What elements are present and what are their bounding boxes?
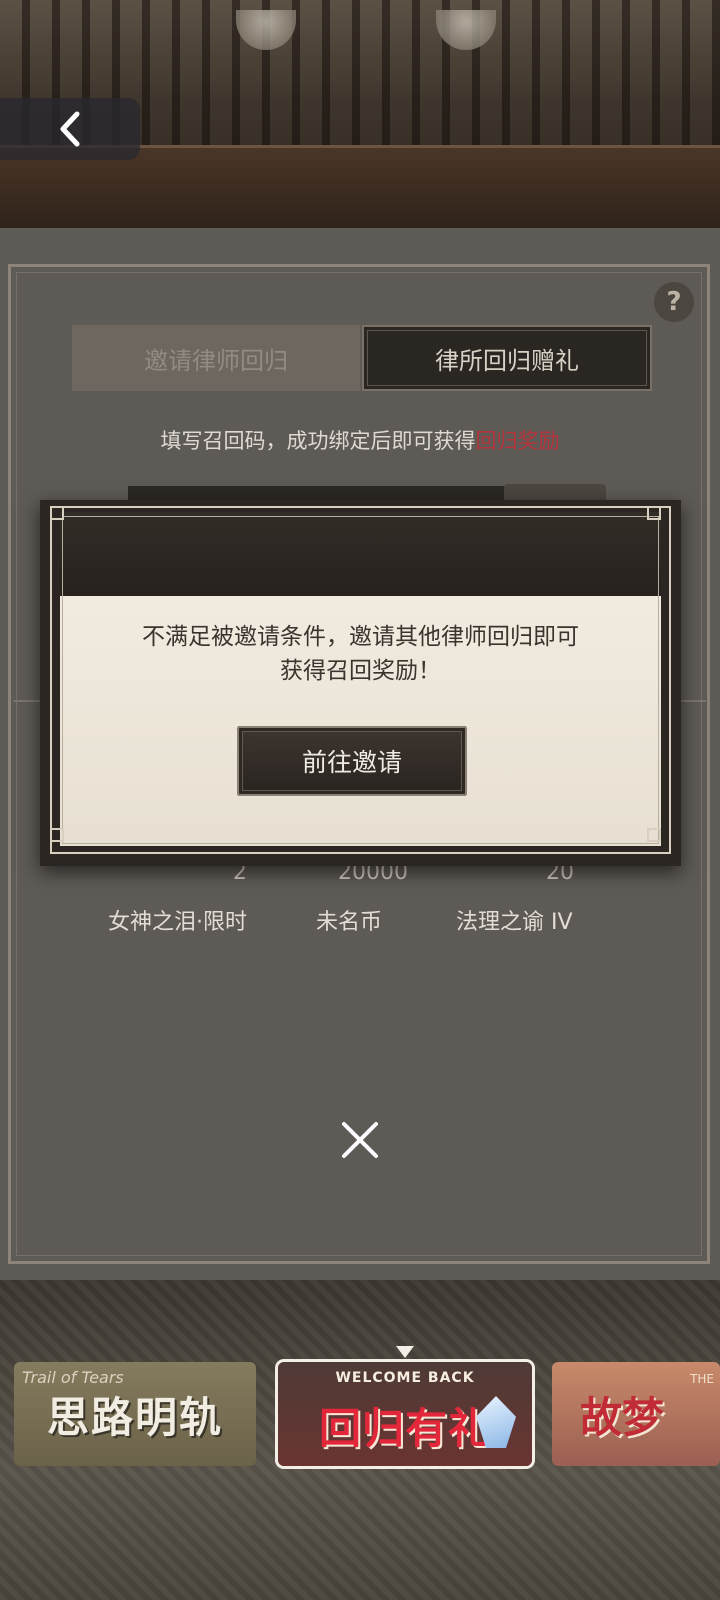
dialog-message: 不满足被邀请条件，邀请其他律师回归即可 获得召回奖励！ [100, 620, 621, 688]
help-icon[interactable]: ? [654, 282, 694, 322]
dialog-message-line: 获得召回奖励！ [280, 658, 441, 684]
tab-firm-return-gift[interactable]: 律所回归赠礼 [362, 325, 652, 391]
selected-indicator-icon [396, 1346, 414, 1358]
dialog-header [60, 512, 661, 600]
lamp-decoration [236, 10, 296, 50]
banner-welcome-back[interactable]: WELCOME BACK 回归有礼 [278, 1362, 532, 1466]
instruction-text: 填写召回码，成功绑定后即可获得回归奖励 [0, 425, 720, 455]
back-button[interactable] [0, 98, 140, 160]
lamp-decoration [436, 10, 496, 50]
chevron-left-icon [60, 111, 80, 147]
corner-ornament [647, 828, 661, 842]
instruction-highlight: 回归奖励 [475, 429, 560, 453]
banner-subtitle: THE [690, 1372, 714, 1386]
goto-invite-button[interactable]: 前往邀请 [237, 726, 467, 796]
corner-ornament [647, 506, 661, 520]
banner-subtitle: Trail of Tears [22, 1368, 124, 1387]
tab-bar: 邀请律师回归 律所回归赠礼 [72, 325, 652, 391]
instruction-main: 填写召回码，成功绑定后即可获得 [160, 429, 476, 453]
banner-title: 故梦 [580, 1392, 665, 1442]
banner-clear-path[interactable]: Trail of Tears 思路明轨 [14, 1362, 256, 1466]
invite-condition-dialog: 不满足被邀请条件，邀请其他律师回归即可 获得召回奖励！ 前往邀请 [40, 500, 681, 866]
dialog-message-line: 不满足被邀请条件，邀请其他律师回归即可 [142, 624, 579, 650]
reward-name: 女神之泪·限时 [108, 910, 247, 935]
banner-old-dream[interactable]: THE 故梦 [552, 1362, 720, 1466]
tab-invite-lawyer-return[interactable]: 邀请律师回归 [72, 325, 360, 391]
corner-ornament [50, 828, 64, 842]
reward-name: 法理之谕 IV [456, 910, 573, 935]
close-icon[interactable] [332, 1112, 388, 1168]
banner-title: 思路明轨 [46, 1392, 223, 1442]
reward-name: 未名币 [316, 910, 383, 935]
banner-title: 回归有礼 [318, 1403, 491, 1453]
banner-welcome-text: WELCOME BACK [335, 1370, 475, 1386]
corner-ornament [50, 506, 64, 520]
